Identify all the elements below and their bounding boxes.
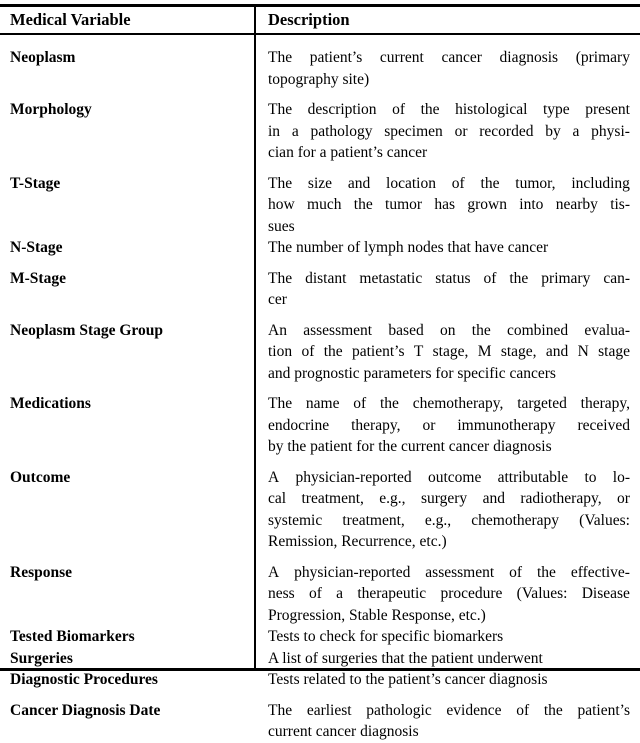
- cell-medical-variable: Neoplasm Stage Group: [10, 321, 164, 339]
- column-header-medical-variable: Medical Variable: [10, 10, 131, 29]
- table-row: Diagnostic Procedures Tests related to th…: [0, 669, 640, 691]
- cell-description: The name of the chemotherapy, targeted therapy…: [268, 393, 630, 458]
- description-line: ness of a therapeutic procedure (Values: Disea…: [268, 585, 630, 602]
- description-line: Remission, Recurrence, etc.): [268, 533, 447, 550]
- description-line: An assessment based on the combined evalua-: [268, 321, 630, 339]
- description-line: Aphysician-reported assessment of the effect…: [268, 563, 630, 581]
- description-line: The description of the histological type prese…: [268, 101, 630, 118]
- cell-medical-variable: Medications: [10, 395, 91, 412]
- table-row: Neoplasm Stage Group An assessment based on t…: [0, 320, 640, 385]
- cell-description: The size and location of the tumor, including ho…: [268, 173, 630, 238]
- cell-description: Tests related to the patient’s cancer di…: [268, 669, 630, 691]
- cell-medical-variable: Response: [10, 563, 73, 581]
- cell-description: Tests to check for specific biomarkers: [268, 626, 630, 648]
- cell-medical-variable: Tested Biomarkers: [10, 628, 135, 645]
- cell-description: The distant metastatic status of the primary ca…: [268, 268, 630, 311]
- description-line: current cancer diagnosis: [268, 723, 419, 740]
- description-line: endocrine therapy, or immunotherapy received: [268, 416, 630, 434]
- table-header-rule: [0, 33, 640, 35]
- table-row: N-Stage The number of lymph nodes that ha…: [0, 237, 640, 259]
- description-line: Tests related to the patient’s cancer di…: [268, 671, 548, 688]
- column-header-description: Description: [268, 10, 350, 29]
- cell-description: A list of surgeries that the patient und…: [268, 648, 630, 670]
- description-line: and prognostic parameters for specific c…: [268, 364, 556, 382]
- description-line: The size and location of the tumor, including: [268, 174, 630, 192]
- description-line: The patient’s current cancer diagnosis (prima…: [268, 49, 630, 66]
- cell-description: The description of the histological type prese…: [268, 99, 630, 164]
- description-line: A list of surgeries that the patient und…: [268, 649, 543, 667]
- table-body: Neoplasm The patient’s current cancer diagnos…: [0, 38, 640, 743]
- cell-description: The earliest pathologic evidence of the patien…: [268, 700, 630, 743]
- cell-medical-variable: Cancer Diagnosis Date: [10, 701, 161, 719]
- description-line: systemic treatment, e.g., chemotherapy (Valu…: [268, 511, 630, 529]
- cell-description: Aphysician-reported assessment of the effect…: [268, 562, 630, 627]
- description-line: cal treatment, e.g., surgery and radiotherapy…: [268, 490, 630, 507]
- table-row: Medications The name of the chemotherapy, targ…: [0, 393, 640, 458]
- cell-medical-variable: Neoplasm: [10, 49, 76, 66]
- description-line: how much the tumor has grown into nearby tis-: [268, 196, 630, 213]
- table-row: Response Aphysician-reported assessment of t…: [0, 562, 640, 627]
- description-line: The number of lymph nodes that have canc…: [268, 239, 549, 256]
- description-line: in a pathology specimen or recorded by a physi-: [268, 122, 630, 140]
- table-row: Morphology The description of the histologica…: [0, 99, 640, 164]
- table-row: Surgeries A list of surgeries that the pa…: [0, 648, 640, 670]
- cell-description: An assessment based on the combined evalua-tio…: [268, 320, 630, 385]
- cell-medical-variable: Outcome: [10, 468, 71, 486]
- table-row: Neoplasm The patient’s current cancer diagnos…: [0, 47, 640, 90]
- cell-medical-variable: N-Stage: [10, 239, 63, 256]
- cell-description: The number of lymph nodes that have canc…: [268, 237, 630, 259]
- description-line: Tests to check for specific biomarkers: [268, 628, 504, 645]
- cell-medical-variable: Morphology: [10, 101, 92, 118]
- description-line: sues: [268, 217, 295, 235]
- cell-medical-variable: M-Stage: [10, 269, 66, 287]
- description-line: cian for a patient’s cancer: [268, 144, 428, 161]
- table-row: Tested Biomarkers Tests to check for spec…: [0, 626, 640, 648]
- description-line: by the patient for the current cancer di…: [268, 438, 552, 455]
- table-row: Cancer Diagnosis Date The earliest patholog…: [0, 700, 640, 743]
- table-row: M-Stage The distant metastatic status of the pr…: [0, 268, 640, 311]
- description-line: Aphysician-reported outcome attributable to…: [268, 468, 630, 486]
- description-line: The distant metastatic status of the primary ca…: [268, 269, 630, 287]
- table-header-row: Medical Variable Description: [0, 7, 640, 33]
- cell-medical-variable: T-Stage: [10, 174, 61, 192]
- table-row: T-Stage The size and location of the tumor, incl…: [0, 173, 640, 238]
- description-line: The name of the chemotherapy, targeted therapy…: [268, 395, 630, 412]
- medical-variable-table: Medical Variable Description Neoplasm The…: [0, 0, 640, 740]
- description-line: The earliest pathologic evidence of the patien…: [268, 701, 630, 719]
- description-line: cer: [268, 291, 287, 308]
- description-line: Progression, Stable Response, etc.): [268, 606, 486, 624]
- cell-medical-variable: Diagnostic Procedures: [10, 671, 158, 688]
- cell-medical-variable: Surgeries: [10, 649, 73, 667]
- description-line: tion of the patient’s Tstage, Mstage, and Nstag…: [268, 343, 630, 360]
- description-line: topography site): [268, 70, 370, 88]
- table-row: Outcome Aphysician-reported outcome attribu…: [0, 467, 640, 553]
- cell-description: The patient’s current cancer diagnosis (prima…: [268, 47, 630, 90]
- cell-description: Aphysician-reported outcome attributable to…: [268, 467, 630, 553]
